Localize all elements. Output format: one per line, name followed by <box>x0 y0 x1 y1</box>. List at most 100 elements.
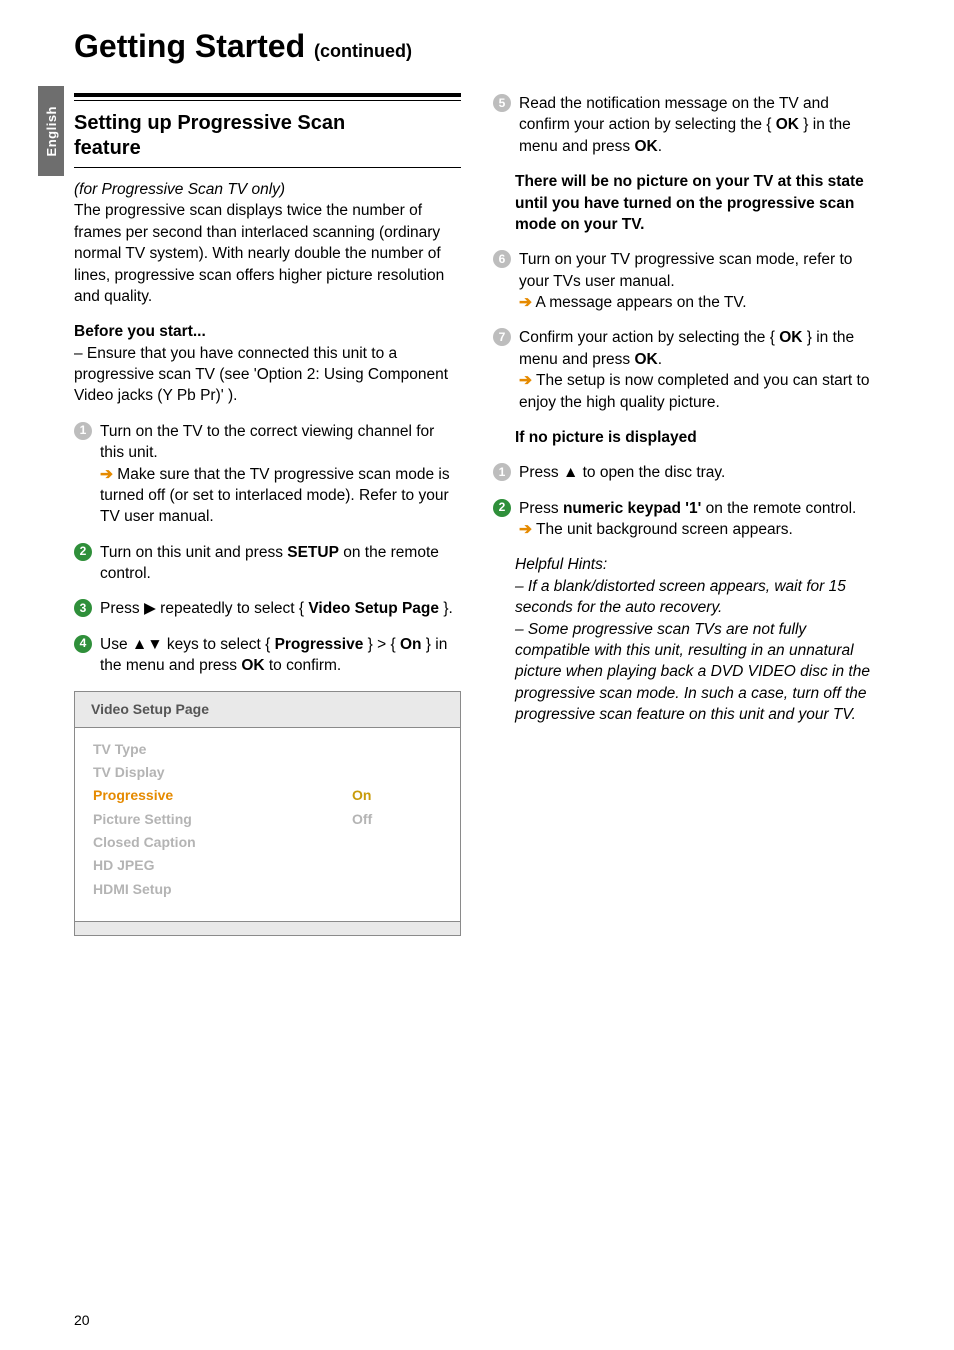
np-step-1-text-b: to open the disc tray. <box>578 464 725 481</box>
rule-top <box>74 93 461 101</box>
step-4-text-b: keys to select { <box>163 636 275 653</box>
arrow-icon: ➔ <box>100 466 113 483</box>
np-step-2-text-a: Press <box>519 500 563 517</box>
menu-item-label: HD JPEG <box>93 854 352 877</box>
step-2-setup: SETUP <box>287 544 339 561</box>
step-6-text-a: Turn on your TV progressive scan mode, r… <box>519 251 852 289</box>
step-6: 6 Turn on your TV progressive scan mode,… <box>493 249 880 313</box>
step-4-text-a: Use <box>100 636 132 653</box>
video-setup-menu: Video Setup Page TV Type TV Display Prog… <box>74 691 461 937</box>
eject-icon: ▲ <box>563 464 578 481</box>
left-column: Setting up Progressive Scan feature (for… <box>74 93 461 936</box>
menu-item-label: TV Type <box>93 738 352 761</box>
hints-2: – Some progressive scan TVs are not full… <box>515 621 870 724</box>
np-step-1: 1 Press ▲ to open the disc tray. <box>493 462 880 483</box>
step-5-number-icon: 5 <box>493 94 511 112</box>
menu-body: TV Type TV Display ProgressiveOn Picture… <box>75 728 460 921</box>
page-title: Getting Started (continued) <box>74 28 880 65</box>
menu-item-label: TV Display <box>93 761 352 784</box>
arrow-icon: ➔ <box>519 294 532 311</box>
step-2-text-a: Turn on this unit and press <box>100 544 287 561</box>
step-4-body: Use ▲▼ keys to select { Progressive } > … <box>100 634 461 677</box>
step-1-text-a: Turn on the TV to the correct viewing ch… <box>100 423 434 461</box>
menu-row: ProgressiveOn <box>93 784 442 807</box>
step-1-number-icon: 1 <box>74 422 92 440</box>
np-step-1-number-icon: 1 <box>493 463 511 481</box>
step-4-ok: OK <box>241 657 264 674</box>
step-1-body: Turn on the TV to the correct viewing ch… <box>100 421 461 528</box>
step-7-text-e: . <box>658 351 662 368</box>
before-heading: Before you start... <box>74 323 206 340</box>
step-4-progressive: Progressive <box>275 636 364 653</box>
helpful-hints: Helpful Hints: – If a blank/distorted sc… <box>493 554 880 725</box>
step-1: 1 Turn on the TV to the correct viewing … <box>74 421 461 528</box>
menu-row: HDMI Setup <box>93 878 442 901</box>
step-7-ok1: OK <box>779 329 802 346</box>
menu-item-value <box>352 738 442 761</box>
menu-item-value <box>352 878 442 901</box>
language-tab-label: English <box>44 106 59 156</box>
section-heading: Setting up Progressive Scan feature <box>74 111 461 161</box>
before-body: – Ensure that you have connected this un… <box>74 345 448 405</box>
step-7: 7 Confirm your action by selecting the {… <box>493 327 880 413</box>
hints-heading: Helpful Hints: <box>515 556 607 573</box>
step-4: 4 Use ▲▼ keys to select { Progressive } … <box>74 634 461 677</box>
step-6-body: Turn on your TV progressive scan mode, r… <box>519 249 880 313</box>
arrow-icon: ➔ <box>519 521 532 538</box>
step-2-body: Turn on this unit and press SETUP on the… <box>100 542 461 585</box>
step-2: 2 Turn on this unit and press SETUP on t… <box>74 542 461 585</box>
intro-paragraph: (for Progressive Scan TV only) The progr… <box>74 179 461 307</box>
up-down-icon: ▲▼ <box>132 636 163 653</box>
menu-header: Video Setup Page <box>75 692 460 728</box>
step-4-text-d: } > { <box>363 636 400 653</box>
step-7-number-icon: 7 <box>493 328 511 346</box>
menu-item-value <box>352 854 442 877</box>
step-5-body: Read the notification message on the TV … <box>519 93 880 157</box>
step-3-text-b: repeatedly to select { <box>156 600 309 617</box>
step-5-ok1: OK <box>776 116 799 133</box>
step-4-text-h: to confirm. <box>265 657 342 674</box>
menu-item-label: Closed Caption <box>93 831 352 854</box>
menu-item-label: HDMI Setup <box>93 878 352 901</box>
np-step-1-text-a: Press <box>519 464 563 481</box>
step-1-text-b: Make sure that the TV progressive scan m… <box>100 466 450 526</box>
play-right-icon: ▶ <box>144 600 156 617</box>
page-number: 20 <box>74 1312 90 1328</box>
step-5: 5 Read the notification message on the T… <box>493 93 880 157</box>
section-heading-line2: feature <box>74 137 141 159</box>
step-4-on: On <box>400 636 422 653</box>
step-3-text-a: Press <box>100 600 144 617</box>
menu-row: TV Display <box>93 761 442 784</box>
step-3-number-icon: 3 <box>74 599 92 617</box>
intro-italic: (for Progressive Scan TV only) <box>74 181 285 198</box>
warning-text: There will be no picture on your TV at t… <box>493 171 880 235</box>
menu-item-label-active: Progressive <box>93 784 352 807</box>
language-tab: English <box>38 86 64 176</box>
menu-item-value-active: On <box>352 784 442 807</box>
step-6-number-icon: 6 <box>493 250 511 268</box>
right-column: 5 Read the notification message on the T… <box>493 93 880 936</box>
np-step-2-text-d: The unit background screen appears. <box>532 521 793 538</box>
step-7-text-a: Confirm your action by selecting the { <box>519 329 779 346</box>
np-step-2: 2 Press numeric keypad '1' on the remote… <box>493 498 880 541</box>
np-step-2-body: Press numeric keypad '1' on the remote c… <box>519 498 880 541</box>
before-block: Before you start... – Ensure that you ha… <box>74 321 461 407</box>
step-3-text-d: }. <box>439 600 453 617</box>
menu-item-value <box>352 761 442 784</box>
arrow-icon: ➔ <box>519 372 532 389</box>
menu-item-value <box>352 831 442 854</box>
step-4-number-icon: 4 <box>74 635 92 653</box>
step-7-body: Confirm your action by selecting the { O… <box>519 327 880 413</box>
menu-item-label: Picture Setting <box>93 808 352 831</box>
title-main: Getting Started <box>74 28 305 64</box>
intro-rest: The progressive scan displays twice the … <box>74 202 444 305</box>
menu-row: HD JPEG <box>93 854 442 877</box>
menu-footer <box>75 921 460 935</box>
step-7-text-f: The setup is now completed and you can s… <box>519 372 869 410</box>
np-step-2-number-icon: 2 <box>493 499 511 517</box>
title-continued: (continued) <box>314 41 412 61</box>
step-5-ok2: OK <box>634 138 657 155</box>
step-5-text-e: . <box>658 138 662 155</box>
section-heading-line1: Setting up Progressive Scan <box>74 112 345 134</box>
np-step-2-keypad: numeric keypad '1' <box>563 500 701 517</box>
